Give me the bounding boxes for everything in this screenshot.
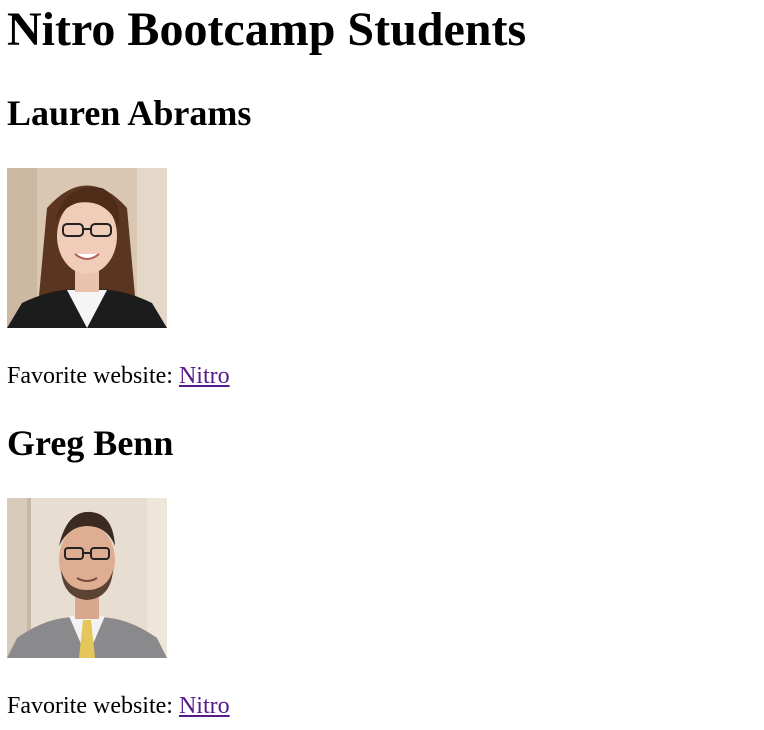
favorite-website-line: Favorite website: Nitro (7, 692, 230, 720)
page-title: Nitro Bootcamp Students (7, 3, 527, 56)
student-photo (7, 498, 167, 658)
favorite-website-link[interactable]: Nitro (179, 363, 230, 389)
student-card-lauren: Lauren Abrams Favorite website: Nitro (7, 92, 251, 390)
woman-portrait-image (7, 168, 167, 328)
favorite-website-line: Favorite website: Nitro (7, 362, 251, 390)
favorite-website-label: Favorite website: (7, 693, 173, 719)
student-photo (7, 168, 167, 328)
man-portrait-image (7, 498, 167, 658)
student-name: Greg Benn (7, 423, 174, 463)
student-card-greg: Greg Benn Favorite website: Nitro (7, 422, 230, 720)
favorite-website-label: Favorite website: (7, 363, 173, 389)
favorite-website-link[interactable]: Nitro (179, 693, 230, 719)
student-name: Lauren Abrams (7, 93, 252, 133)
